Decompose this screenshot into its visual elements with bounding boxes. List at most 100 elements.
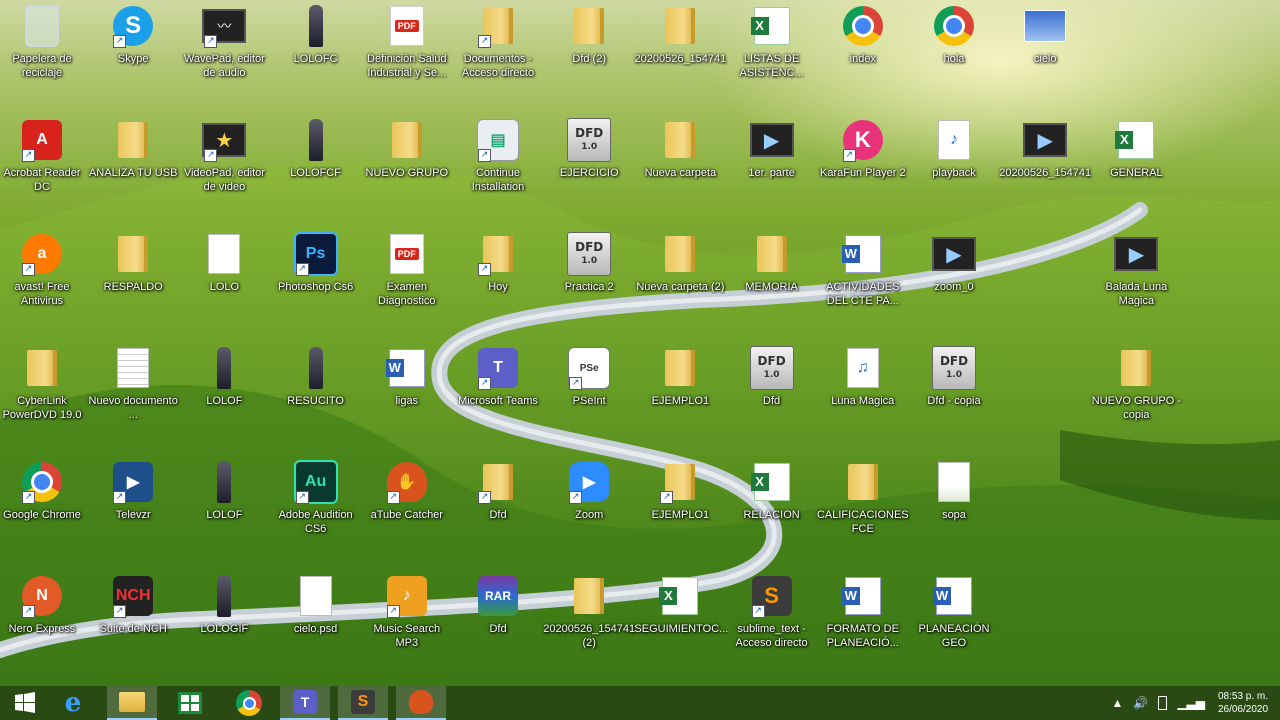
desktop-icon[interactable]: PDF Definición Salud Industrial y Se... <box>359 4 455 80</box>
desktop-icon[interactable]: hola <box>906 4 1002 66</box>
desktop-icon[interactable]: PSe ↗ PSeInt <box>541 346 637 408</box>
desktop-icon[interactable]: CALIFICACIONES FCE <box>815 460 911 536</box>
desktop-icon[interactable]: 20200526_154741 (2) <box>541 574 637 650</box>
desktop-icon[interactable]: ▶ 1er. parte <box>724 118 820 180</box>
desktop-icon[interactable]: cielo <box>997 4 1093 66</box>
teams-taskbar-button[interactable]: T <box>280 686 330 720</box>
clock-date: 26/06/2020 <box>1217 704 1269 715</box>
desktop-icon[interactable]: LOLOGIF <box>176 574 272 636</box>
desktop-icon[interactable]: ↗ Google Chrome <box>0 460 90 522</box>
store-button[interactable] <box>165 686 215 720</box>
desktop-icon[interactable]: A ↗ Acrobat Reader DC <box>0 118 90 194</box>
desktop-icon[interactable]: ▶ 20200526_154741 <box>997 118 1093 180</box>
audio-file-icon: ♪ <box>932 118 976 162</box>
desktop-icon[interactable]: ↗ Documentos - Acceso directo <box>450 4 546 80</box>
desktop-icon[interactable]: ♪ playback <box>906 118 1002 180</box>
desktop-icon[interactable]: X GENERAL <box>1088 118 1184 180</box>
desktop-icon[interactable]: cielo.psd <box>268 574 364 636</box>
desktop-icon[interactable]: LOLOF <box>176 460 272 522</box>
desktop-icon[interactable]: ★ ↗ VideoPad, editor de video <box>176 118 272 194</box>
desktop-icon[interactable]: DFD 1.0 EJERCICIO <box>541 118 637 180</box>
nero-icon: N ↗ <box>20 574 64 618</box>
desktop-icon[interactable]: W PLANEACIÓN GEO <box>906 574 1002 650</box>
desktop-icon[interactable]: Au ↗ Adobe Audition CS6 <box>268 460 364 536</box>
desktop-icon[interactable]: ANALIZA TU USB <box>85 118 181 180</box>
person-image-icon <box>294 118 338 162</box>
desktop-icon-label: 20200526_154741 <box>999 167 1092 179</box>
desktop-icon[interactable]: N ↗ Nero Express <box>0 574 90 636</box>
desktop-icon-label: LOLOGIF <box>200 623 249 635</box>
desktop-icon[interactable]: EJEMPLO1 <box>632 346 728 408</box>
desktop-icon[interactable]: X SEGUIMIENTOC... <box>632 574 728 636</box>
desktop-icon[interactable]: Nuevo documento ... <box>85 346 181 422</box>
desktop-icon[interactable]: a ↗ avast! Free Antivirus <box>0 232 90 308</box>
desktop-icon[interactable]: NUEVO GRUPO <box>359 118 455 180</box>
start-button[interactable] <box>0 686 50 720</box>
desktop-icon[interactable]: DFD 1.0 Practica 2 <box>541 232 637 294</box>
desktop-icon[interactable]: DFD 1.0 Dfd - copia <box>906 346 1002 408</box>
desktop-icon[interactable]: ▶ Balada Luna Magica <box>1088 232 1184 308</box>
desktop-icon[interactable]: ↗ Hoy <box>450 232 546 294</box>
desktop-icon[interactable]: Nueva carpeta <box>632 118 728 180</box>
word-icon: W <box>841 232 885 276</box>
desktop-icon[interactable]: NCH ↗ Suite de NCH <box>85 574 181 636</box>
desktop-icon[interactable]: K ↗ KaraFun Player 2 <box>815 118 911 180</box>
network-icon[interactable]: ▁▃▅ <box>1177 696 1205 710</box>
clock[interactable]: 08:53 p. m. 26/06/2020 <box>1210 690 1276 716</box>
desktop-icon[interactable]: W ACTIVIDADES DEL CTE PA... <box>815 232 911 308</box>
show-hidden-icons-icon[interactable]: ▲ <box>1111 696 1123 710</box>
desktop-icon[interactable]: index <box>815 4 911 66</box>
desktop-icon[interactable]: Nueva carpeta (2) <box>632 232 728 294</box>
desktop-icon[interactable]: ✋ ↗ aTube Catcher <box>359 460 455 522</box>
desktop-icon[interactable]: Papelera de reciclaje <box>0 4 90 80</box>
sublime-taskbar-button[interactable]: S <box>338 686 388 720</box>
desktop-icon[interactable]: LOLOFCF <box>268 118 364 180</box>
person-image-icon <box>202 460 246 504</box>
desktop-icon[interactable]: sopa <box>906 460 1002 522</box>
battery-icon[interactable] <box>1158 696 1168 710</box>
desktop-icon[interactable]: RESUCITO <box>268 346 364 408</box>
desktop-icon[interactable]: ↗ Dfd <box>450 460 546 522</box>
desktop-icon[interactable]: Ps ↗ Photoshop Cs6 <box>268 232 364 294</box>
desktop-icon[interactable]: X LISTAS DE ASISTENC... <box>724 4 820 80</box>
desktop-icon-label: Suite de NCH <box>99 623 167 635</box>
desktop-icon-label: PLANEACIÓN GEO <box>918 623 990 649</box>
desktop-icon[interactable]: 20200526_154741 <box>632 4 728 66</box>
desktop-icon[interactable]: LOLOFC <box>268 4 364 66</box>
desktop-icon[interactable]: ▶ ↗ Televzr <box>85 460 181 522</box>
desktop-icon[interactable]: Dfd (2) <box>541 4 637 66</box>
desktop-icon[interactable]: W FORMATO DE PLANEACIÓ... <box>815 574 911 650</box>
desktop-icon[interactable]: S ↗ Skype <box>85 4 181 66</box>
desktop-icon[interactable]: RESPALDO <box>85 232 181 294</box>
desktop-icon[interactable]: T ↗ Microsoft Teams <box>450 346 546 408</box>
desktop-icon[interactable]: LOLO <box>176 232 272 294</box>
dfd-icon: DFD 1.0 <box>567 232 612 276</box>
desktop-icon[interactable]: 〰 ↗ WavePad, editor de audio <box>176 4 272 80</box>
person-image-icon <box>294 346 338 390</box>
desktop-icon[interactable]: ♪ ↗ Music Search MP3 <box>359 574 455 650</box>
televzr-icon: ▶ ↗ <box>111 460 155 504</box>
internet-explorer-button[interactable]: e <box>48 686 98 720</box>
desktop-icon[interactable]: RAR Dfd <box>450 574 546 636</box>
desktop-icon[interactable]: ▤ ↗ Continue Installation <box>450 118 546 194</box>
file-explorer-button[interactable] <box>107 686 157 720</box>
desktop-icon[interactable]: ▶ ↗ Zoom <box>541 460 637 522</box>
desktop-icon[interactable]: LOLOF <box>176 346 272 408</box>
desktop-icon-label: Dfd <box>763 395 781 407</box>
desktop-icon[interactable]: PDF Examen Diagnostico <box>359 232 455 308</box>
volume-icon[interactable]: 🔊 <box>1133 696 1148 710</box>
atube-taskbar-button[interactable] <box>396 686 446 720</box>
desktop-icon[interactable]: ▶ zoom_0 <box>906 232 1002 294</box>
folder-icon: ↗ <box>476 232 520 276</box>
desktop-icon[interactable]: DFD 1.0 Dfd <box>724 346 820 408</box>
desktop-icon[interactable]: Wligas <box>359 346 455 408</box>
chrome-taskbar-button[interactable] <box>224 686 274 720</box>
desktop-icon[interactable]: X RELACION <box>724 460 820 522</box>
chrome-icon <box>841 4 885 48</box>
desktop-icon[interactable]: ♫ Luna Magica <box>815 346 911 408</box>
desktop-icon[interactable]: S ↗ sublime_text - Acceso directo <box>724 574 820 650</box>
desktop-icon[interactable]: CyberLink PowerDVD 19.0 <box>0 346 90 422</box>
desktop-icon[interactable]: MEMORIA <box>724 232 820 294</box>
desktop-icon[interactable]: ↗ EJEMPLO1 <box>632 460 728 522</box>
desktop-icon[interactable]: NUEVO GRUPO - copia <box>1088 346 1184 422</box>
